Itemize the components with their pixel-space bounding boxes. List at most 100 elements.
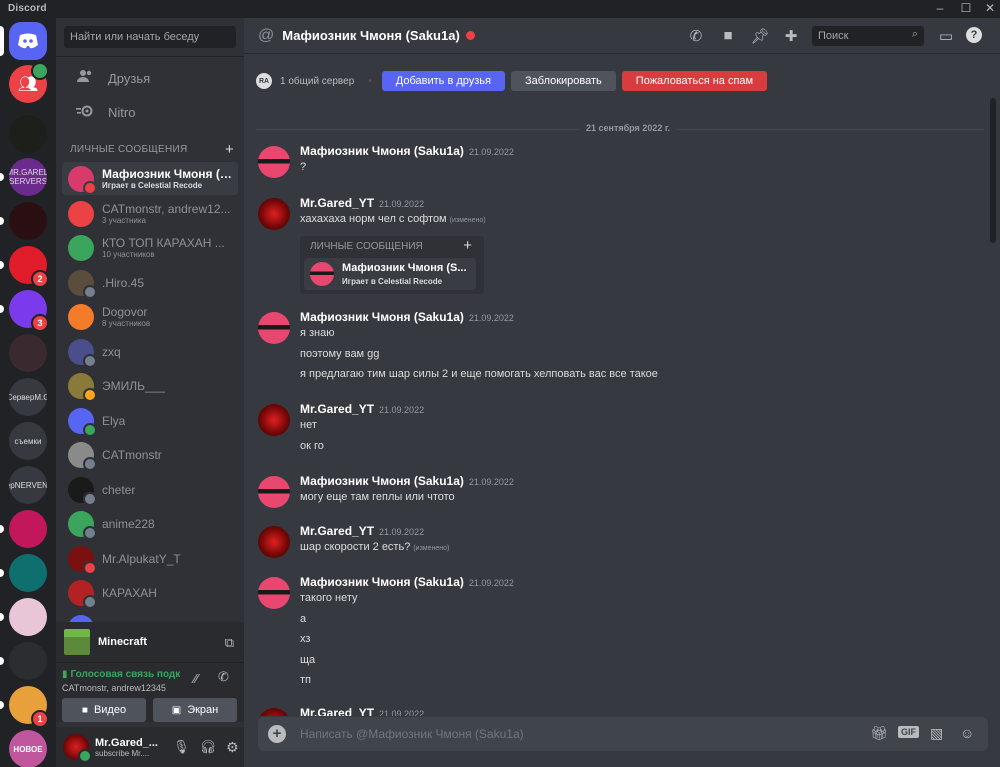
emoji-icon[interactable]: ☺ [960, 725, 974, 741]
dm-subtitle: 3 участника [102, 216, 146, 225]
friends-nav[interactable]: Друзья [64, 63, 236, 93]
mutual-servers[interactable]: 1 общий сервер [280, 76, 354, 87]
block-button[interactable]: Заблокировать [511, 71, 616, 91]
status-dot [83, 456, 97, 471]
author-name[interactable]: Мафиозник Чмоня (Saku1a) [300, 310, 464, 324]
message-content: могу еще там геплы или чтото [300, 491, 455, 503]
disconnect-icon[interactable]: ✆ [218, 669, 229, 685]
author-name[interactable]: Мафиозник Чмоня (Saku1a) [300, 144, 464, 158]
message-text: ок го [300, 440, 324, 452]
video-call-icon[interactable]: ■ [718, 27, 738, 45]
server-icon[interactable]: MR.GARED SERVERS [9, 158, 47, 196]
server-icon[interactable] [9, 554, 47, 592]
server-icon[interactable]: epNERVENI [9, 466, 47, 504]
find-conversation-input[interactable]: Найти или начать беседу [64, 26, 236, 48]
dm-name: КАРАХАН [102, 585, 157, 600]
dm-item[interactable]: zxq [62, 335, 238, 368]
message-list: RA 1 общий сервер • Добавить в друзья За… [244, 54, 1000, 716]
avatar[interactable] [258, 146, 290, 178]
report-spam-button[interactable]: Пожаловаться на спам [621, 71, 768, 91]
settings-gear-icon[interactable]: ⚙ [226, 739, 239, 756]
unread-pill [0, 217, 4, 225]
author-name[interactable]: Мафиозник Чмоня (Saku1a) [300, 575, 464, 589]
dm-item[interactable]: КТО ТОП КАРАХАН ... 10 участников [62, 231, 238, 264]
create-dm-icon[interactable]: + [225, 141, 234, 158]
server-icon[interactable] [9, 22, 47, 60]
avatar [68, 200, 94, 227]
dm-item[interactable]: Mr.AlpukatY_T [62, 542, 238, 575]
inbox-icon[interactable]: ▭ [936, 27, 956, 45]
voice-channel[interactable]: CATmonstr, andrew12345 [62, 683, 166, 693]
call-icon[interactable]: ✆ [686, 27, 706, 45]
dm-item[interactable]: CATmonstr [62, 438, 238, 471]
server-icon[interactable] [9, 115, 47, 153]
avatar[interactable] [258, 577, 290, 609]
voice-status-text[interactable]: Голосовая связь подк [71, 669, 181, 680]
pin-icon[interactable]: 📌︎ [750, 27, 770, 45]
author-name[interactable]: Mr.Gared_YT [300, 402, 374, 416]
camera-icon: ■ [81, 704, 88, 716]
message-input[interactable]: Написать @Мафиозник Чмоня (Saku1a) [300, 727, 524, 741]
dm-item[interactable]: ЭМИЛЬ___ [62, 369, 238, 402]
server-icon[interactable]: НОВОЕ [9, 730, 47, 767]
avatar[interactable] [258, 404, 290, 436]
avatar[interactable] [258, 312, 290, 344]
add-user-icon[interactable]: ✚ [781, 27, 801, 45]
server-name: epNERVENI [9, 480, 47, 490]
dm-item[interactable]: CATmonstr, andrew12... 3 участника [62, 197, 238, 230]
server-icon[interactable] [9, 598, 47, 636]
nitro-nav[interactable]: Nitro [64, 97, 236, 127]
server-icon[interactable]: СерверM.G [9, 378, 47, 416]
server-icon[interactable] [9, 510, 47, 548]
noise-suppression-icon[interactable]: ⁄⁄ [194, 671, 198, 686]
search-input[interactable]: Поиск ⌕ [812, 26, 924, 46]
screen-button[interactable]: ▣ Экран [153, 698, 237, 722]
server-list: 👥︎MR.GARED SERVERS23СерверM.GсъемкиepNER… [0, 18, 56, 767]
attach-plus-icon[interactable]: + [268, 725, 286, 743]
message-text: поэтому вам gg [300, 348, 379, 360]
dm-item[interactable]: .Hiro.45 [62, 266, 238, 299]
gift-icon[interactable]: 🎁︎ [870, 725, 888, 742]
dnd-status-icon [465, 31, 475, 40]
dm-item[interactable]: Dogovor 8 участников [62, 300, 238, 333]
author-name[interactable]: Mr.Gared_YT [300, 524, 374, 538]
server-icon[interactable]: съемки [9, 422, 47, 460]
avatar[interactable] [258, 708, 290, 716]
user-info[interactable]: Mr.Gared_... subscribe Mr.... [95, 737, 173, 758]
timestamp: 21.09.2022 [468, 313, 514, 323]
dm-item[interactable]: anime228 [62, 507, 238, 540]
stream-screen-icon[interactable]: ⧉ [225, 635, 234, 651]
minecraft-icon [64, 629, 90, 655]
author-name[interactable]: Мафиозник Чмоня (Saku1a) [300, 474, 464, 488]
microphone-icon[interactable]: 🎙︎ [173, 739, 190, 755]
status-dot [83, 525, 97, 540]
minimize-button[interactable]: – [928, 0, 952, 18]
message-text: я предлагаю тим шар силы 2 и еще помогат… [300, 368, 658, 380]
message-text: я знаю [300, 327, 335, 339]
image-embed[interactable]: ЛИЧНЫЕ СООБЩЕНИЯ + Мафиозник Чмоня (S... Иг… [300, 236, 484, 294]
help-icon[interactable]: ? [966, 27, 982, 43]
server-icon[interactable] [9, 334, 47, 372]
server-icon[interactable] [9, 642, 47, 680]
avatar[interactable] [258, 476, 290, 508]
avatar[interactable] [258, 526, 290, 558]
dm-item[interactable]: cheter [62, 473, 238, 506]
mutual-server-icon: RA [256, 73, 272, 89]
maximize-button[interactable]: ☐ [954, 0, 978, 18]
avatar[interactable] [63, 734, 92, 763]
avatar[interactable] [258, 198, 290, 230]
dm-item[interactable]: Мафиозник Чмоня (S... Играет в Celestial … [62, 162, 238, 195]
add-friend-button[interactable]: Добавить в друзья [381, 71, 505, 91]
server-icon[interactable] [9, 202, 47, 240]
gif-button[interactable]: GIF [898, 726, 919, 738]
author-name[interactable]: Mr.Gared_YT [300, 196, 374, 210]
dm-item[interactable]: Elya [62, 404, 238, 437]
video-button[interactable]: ■ Видео [62, 698, 146, 722]
author-name[interactable]: Mr.Gared_YT [300, 706, 374, 716]
sticker-icon[interactable]: ▧ [930, 725, 943, 742]
voice-active-badge [31, 62, 49, 80]
dm-item[interactable]: КАРАХАН [62, 576, 238, 609]
close-button[interactable]: ✕ [978, 0, 1000, 18]
headphones-icon[interactable]: 🎧︎ [200, 739, 217, 755]
scrollbar-thumb[interactable] [990, 98, 996, 243]
